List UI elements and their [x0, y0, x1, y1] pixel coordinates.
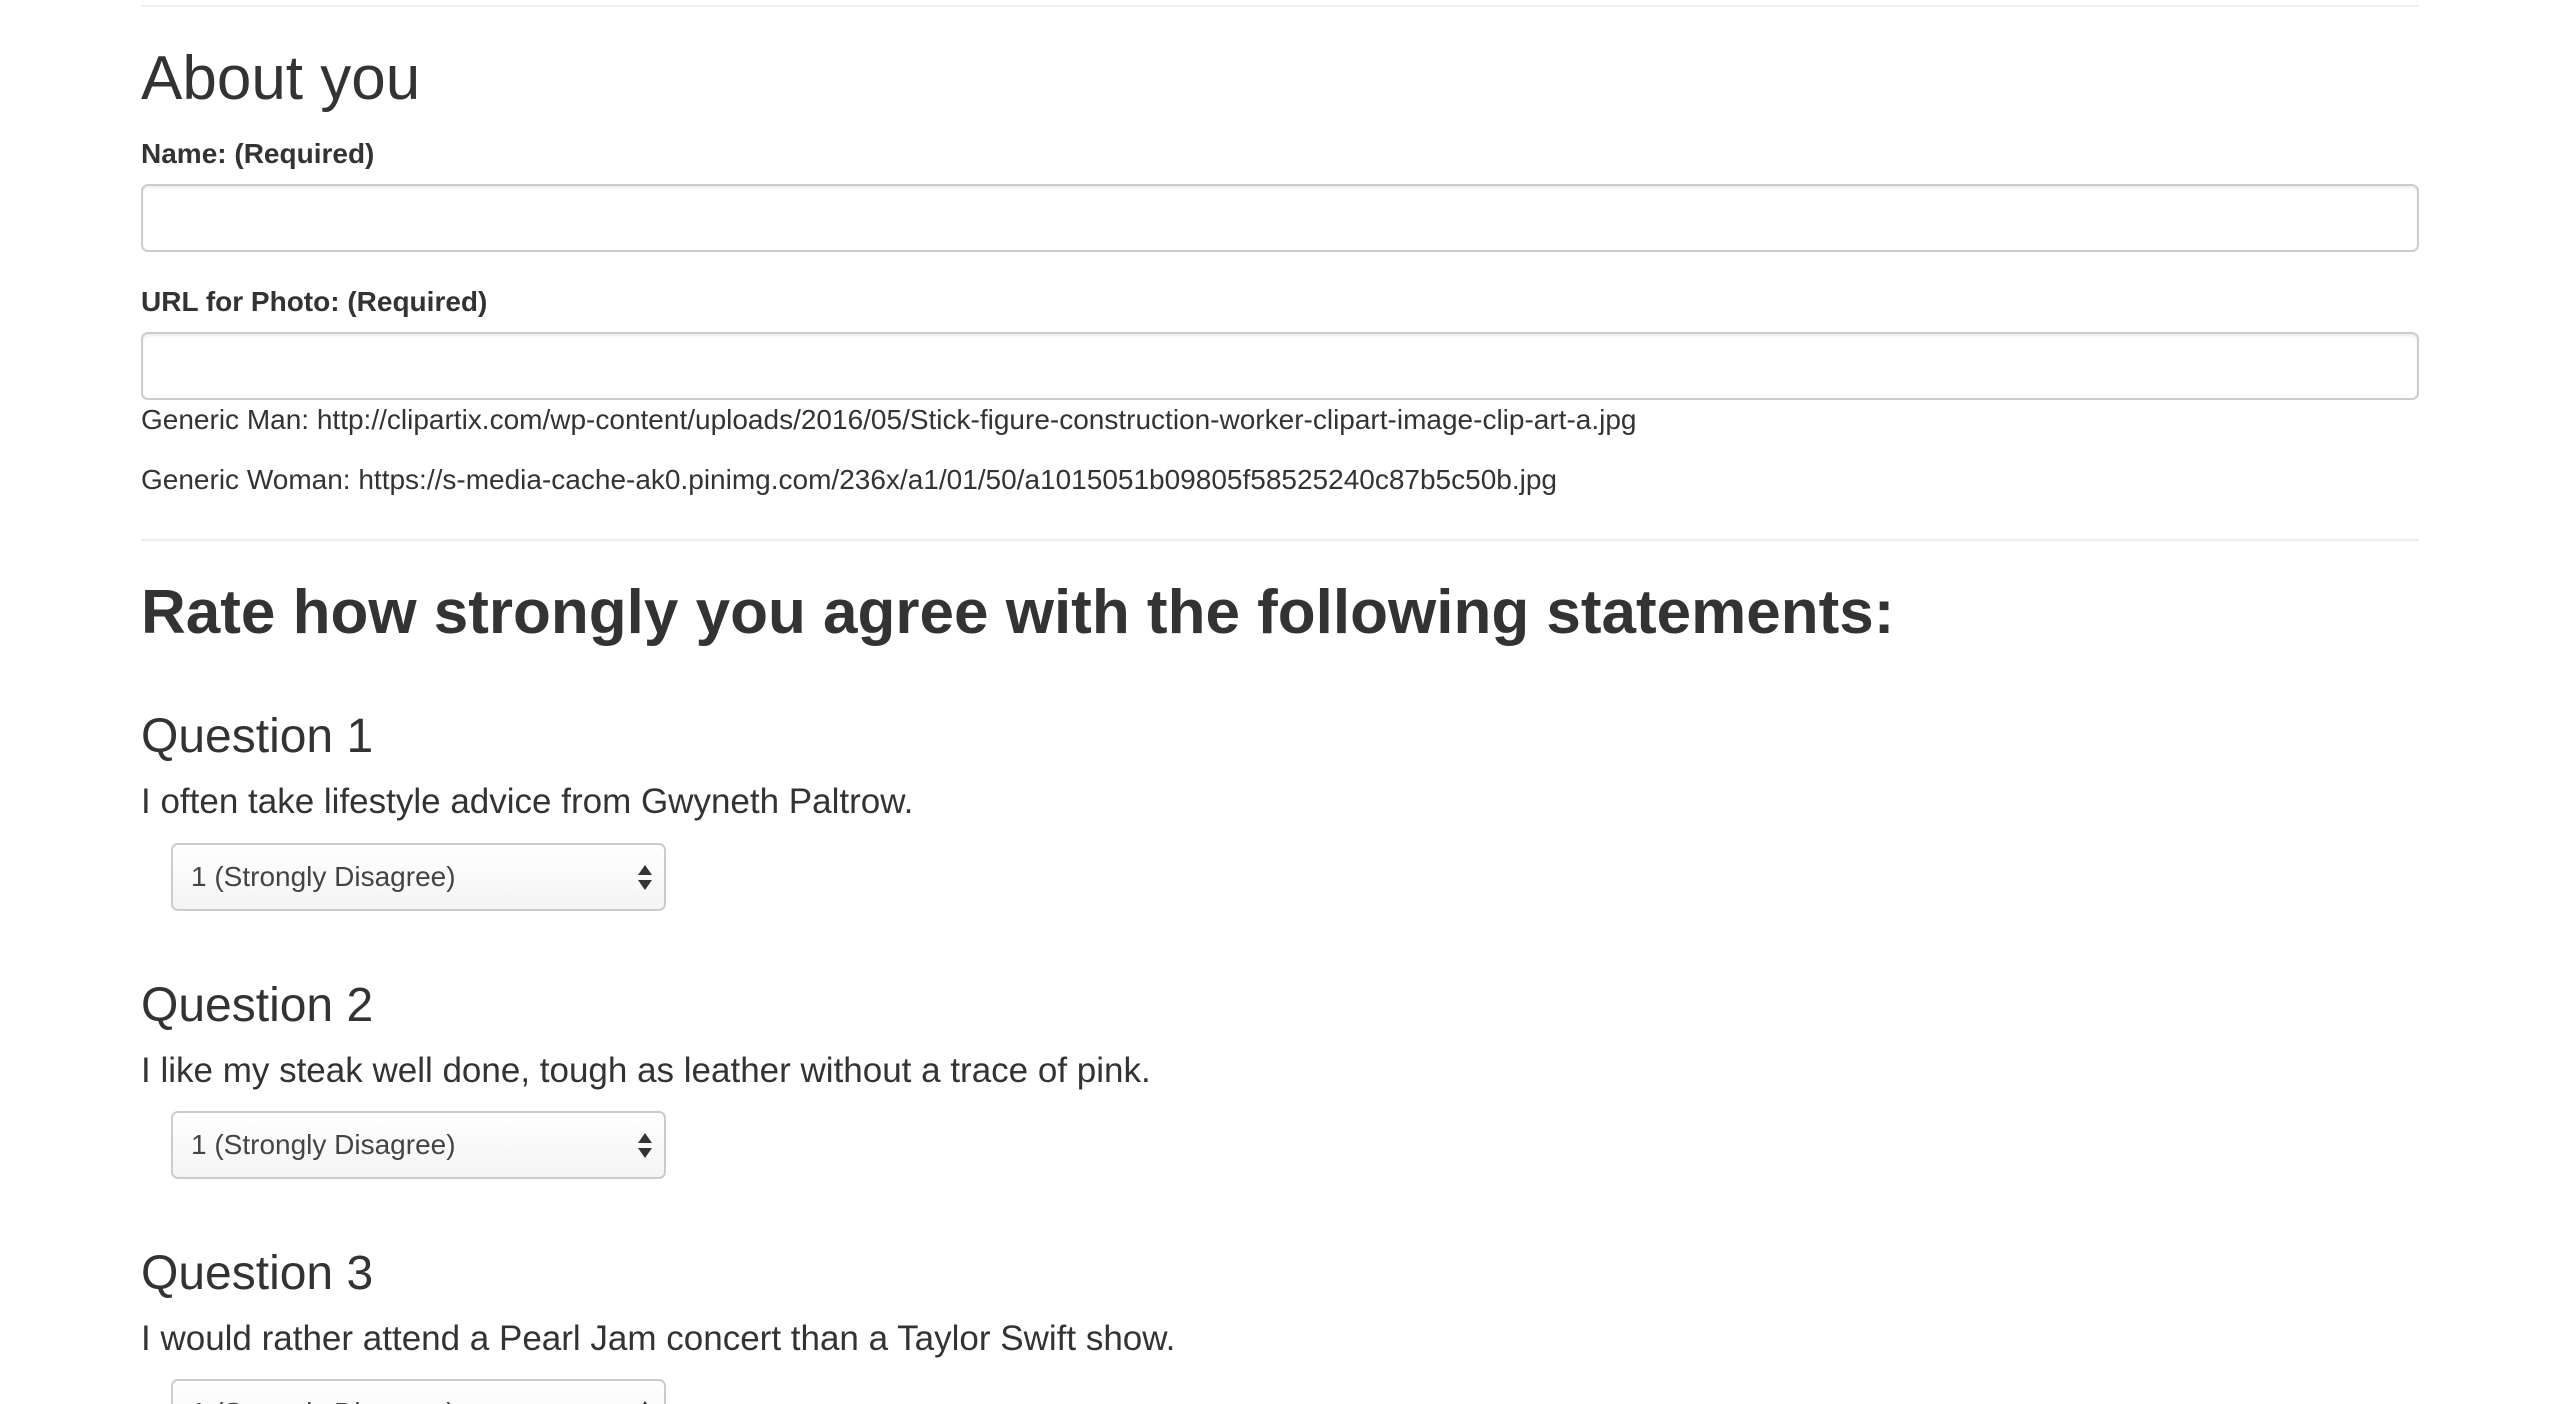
question-2-selected-value: 1 (Strongly Disagree) — [191, 1129, 456, 1160]
photo-url-label: URL for Photo: (Required) — [141, 286, 488, 317]
question-2-rating-select[interactable]: 1 (Strongly Disagree) — [171, 1111, 666, 1179]
question-3-selected-value: 1 (Strongly Disagree) — [191, 1381, 456, 1404]
question-1-selected-value: 1 (Strongly Disagree) — [191, 861, 456, 892]
generic-woman-url-hint: Generic Woman: https://s-media-cache-ak0… — [141, 464, 1557, 495]
select-arrows-icon — [638, 1133, 652, 1159]
top-divider — [141, 5, 2419, 7]
question-2-text: I like my steak well done, tough as leat… — [141, 1051, 1151, 1090]
question-1-rating-select[interactable]: 1 (Strongly Disagree) — [171, 843, 666, 911]
name-input[interactable] — [141, 184, 2419, 252]
about-heading: About you — [141, 44, 421, 113]
survey-page: About you Name: (Required) URL for Photo… — [0, 0, 2558, 1404]
question-2-title: Question 2 — [141, 979, 374, 1032]
generic-man-url-hint: Generic Man: http://clipartix.com/wp-con… — [141, 404, 1637, 435]
question-1-title: Question 1 — [141, 710, 374, 763]
question-1-text: I often take lifestyle advice from Gwyne… — [141, 782, 914, 821]
question-3-rating-select[interactable]: 1 (Strongly Disagree) — [171, 1379, 666, 1404]
name-label: Name: (Required) — [141, 138, 375, 169]
question-3-title: Question 3 — [141, 1247, 374, 1300]
question-3-text: I would rather attend a Pearl Jam concer… — [141, 1319, 1176, 1358]
section-divider — [141, 539, 2419, 541]
select-arrows-icon — [638, 865, 652, 891]
rating-heading: Rate how strongly you agree with the fol… — [141, 578, 1895, 647]
photo-url-input[interactable] — [141, 332, 2419, 400]
